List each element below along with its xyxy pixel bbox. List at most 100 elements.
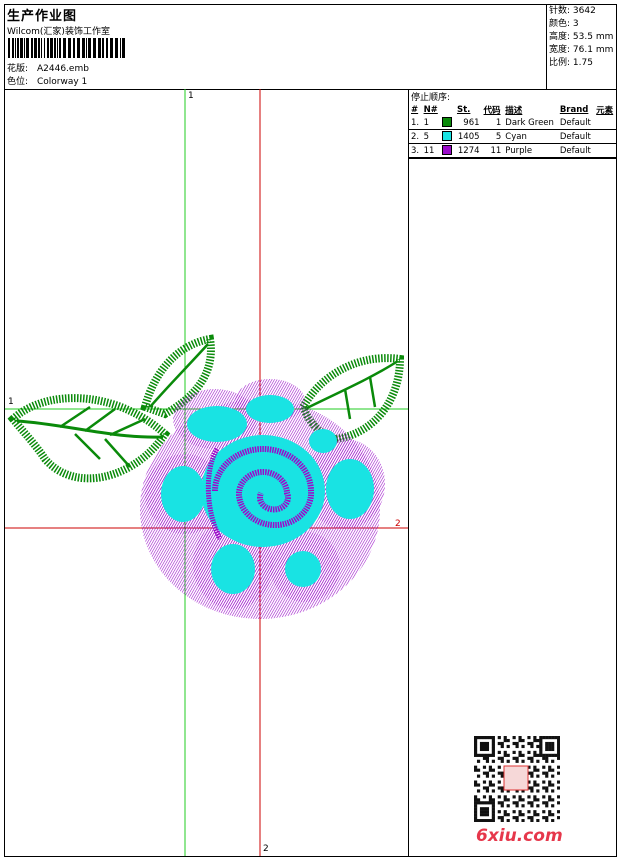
qr-module (551, 759, 555, 763)
qr-module (542, 801, 546, 805)
qr-module (557, 750, 560, 754)
qr-module (479, 747, 484, 752)
qr-module (488, 819, 492, 822)
qr-module (500, 756, 504, 760)
watermark: 6xiu.com (476, 826, 563, 846)
qr-module (545, 789, 549, 793)
qr-module (530, 771, 534, 775)
qr-module (545, 816, 549, 820)
qr-module (530, 786, 534, 790)
production-sheet: 生产作业图 Wilcom(汇家)装饰工作室 花版: A2446.emb 色位: Co… (4, 4, 617, 857)
color-row: 3. 11 1274 11 Purple Default (409, 143, 616, 158)
qr-module (530, 741, 534, 746)
qr-module (485, 753, 490, 757)
qr-module (527, 736, 531, 740)
qr-module (497, 810, 501, 814)
qr-module (527, 816, 531, 820)
specs-panel: 针数: 3642 颜色: 3 高度: 53.5 mm 宽度: 76.1 mm 比… (547, 5, 616, 70)
qr-module (545, 819, 549, 822)
qr-module (515, 756, 519, 760)
spec-label: 高度: (549, 32, 571, 42)
qr-module (497, 795, 501, 799)
qr-module (488, 798, 492, 802)
qr-module (557, 765, 560, 769)
qr-module (497, 765, 501, 769)
qr-module (500, 801, 504, 805)
qr-module (503, 753, 507, 757)
qr-module (548, 798, 552, 802)
qr-module (503, 750, 507, 754)
barcode-bar (59, 38, 61, 58)
qr-module (476, 783, 481, 787)
row-stitches: 1274 (454, 143, 482, 158)
col-needle: N# (423, 104, 438, 115)
qr-module (491, 816, 495, 820)
qr-module (551, 768, 555, 772)
qr-module (474, 738, 478, 743)
qr-module (530, 756, 534, 760)
qr-module (527, 795, 531, 799)
qr-module (542, 771, 546, 775)
color-table-header: # N# St. 代码 描述 Brand 元素 (409, 103, 616, 116)
qr-module (548, 813, 552, 817)
qr-module (485, 786, 490, 790)
row-code: 5 (481, 129, 504, 144)
col-swatch (440, 103, 455, 116)
qr-module (557, 736, 560, 740)
qr-module (530, 744, 534, 749)
qr-module (545, 774, 549, 778)
qr-module (518, 750, 522, 754)
barcode-bar (20, 38, 23, 58)
colorway-value: Colorway 1 (37, 77, 88, 87)
qr-module (503, 810, 507, 814)
qr-module (548, 765, 552, 769)
qr-module (485, 771, 490, 775)
qr-module (536, 813, 540, 817)
barcode-bar (17, 38, 19, 58)
qr-module (479, 810, 484, 814)
qr-module (488, 780, 492, 784)
qr-module (491, 741, 495, 746)
spec-value: 3 (572, 19, 579, 29)
qr-module (542, 765, 546, 769)
qr-module (506, 804, 510, 808)
qr-module (482, 753, 487, 757)
qr-module (551, 744, 555, 749)
qr-module (527, 741, 531, 746)
qr-module (539, 741, 543, 746)
qr-module (506, 759, 510, 763)
qr-module (479, 744, 484, 749)
qr-module (551, 774, 555, 778)
qr-module (545, 756, 549, 760)
qr-module (491, 789, 495, 793)
qr-module (530, 789, 534, 793)
qr-module (491, 738, 495, 743)
qr-module (485, 819, 490, 822)
page-title: 生产作业图 (7, 9, 78, 24)
qr-module (536, 759, 540, 763)
qr-module (533, 783, 537, 787)
qr-module (542, 816, 546, 820)
qr-module (491, 736, 495, 740)
qr-module (539, 750, 543, 754)
barcode-bar (57, 38, 58, 58)
qr-module (485, 756, 490, 760)
qr-module (536, 783, 540, 787)
qr-module (557, 753, 560, 757)
qr-module (482, 756, 487, 760)
colorway-line: 色位: Colorway 1 (7, 74, 87, 87)
qr-module (474, 807, 478, 811)
qr-module (479, 813, 484, 817)
qr-module (548, 780, 552, 784)
qr-module (551, 804, 555, 808)
qr-module (536, 774, 540, 778)
qr-module (474, 783, 478, 787)
qr-module (530, 801, 534, 805)
qr-module (485, 744, 490, 749)
qr-module (548, 810, 552, 814)
qr-module (554, 753, 558, 757)
qr-module (545, 804, 549, 808)
qr-module (485, 789, 490, 793)
qr-module (530, 759, 534, 763)
qr-module (488, 765, 492, 769)
